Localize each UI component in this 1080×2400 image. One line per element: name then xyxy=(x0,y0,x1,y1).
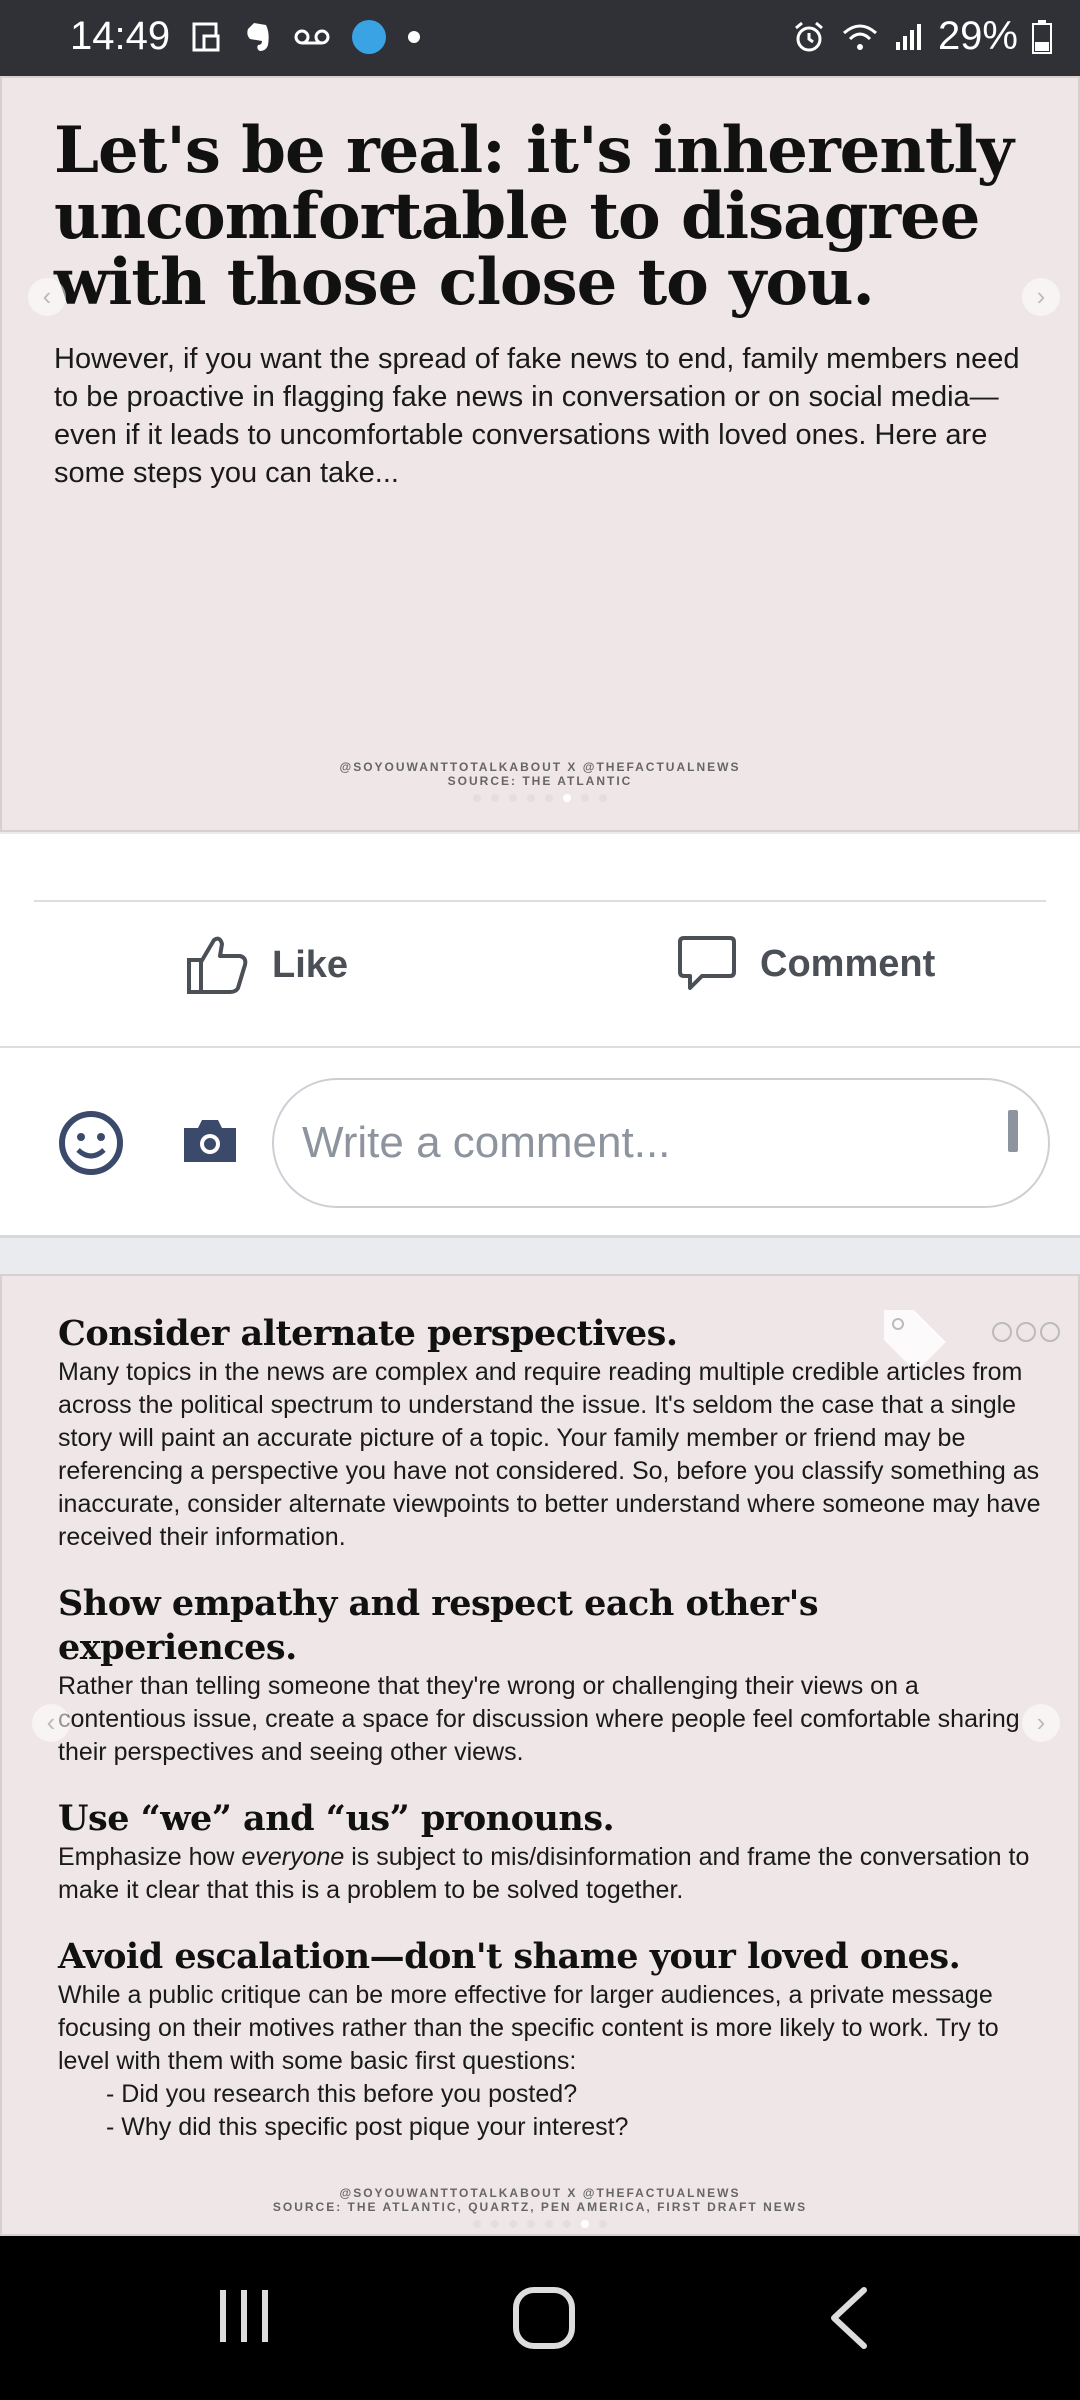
bullet-item: - Did you research this before you poste… xyxy=(106,2080,578,2108)
battery-icon xyxy=(1032,19,1052,54)
wifi-icon xyxy=(842,24,877,50)
comment-label: Comment xyxy=(760,942,936,985)
slide-headline: Let's be real: it's inherently uncomfort… xyxy=(54,113,1014,320)
slide-credit: @SOYOUWANTTOTALKABOUT X @THEFACTUALNEWS … xyxy=(2,760,1078,788)
section-title: Consider alternate perspectives. xyxy=(58,1313,678,1354)
slide-content: Consider alternate perspectives. Many to… xyxy=(58,1312,1048,2172)
post-image-slide-1[interactable]: Let's be real: it's inherently uncomfort… xyxy=(0,76,1080,832)
bullet-item: - Why did this specific post pique your … xyxy=(106,2113,629,2141)
carousel-dots xyxy=(2,794,1078,802)
voicemail-icon xyxy=(294,29,330,45)
signal-icon xyxy=(895,23,921,50)
location-icon xyxy=(352,20,386,54)
evernote-icon xyxy=(247,23,269,51)
notification-icons xyxy=(192,20,420,54)
slide-body: However, if you want the spread of fake … xyxy=(54,343,1020,489)
section-escalation: Avoid escalation—don't shame your loved … xyxy=(58,1935,1048,2144)
prev-arrow-icon[interactable]: ‹ xyxy=(32,1704,70,1742)
battery-percent: 29% xyxy=(937,14,1018,58)
section-body: While a public critique can be more effe… xyxy=(58,1981,999,2075)
section-body: Rather than telling someone that they're… xyxy=(58,1672,1020,1766)
comment-composer: Write a comment... xyxy=(0,1048,1080,1238)
back-icon[interactable] xyxy=(826,2286,870,2350)
divider xyxy=(34,900,1046,902)
next-arrow-icon[interactable]: › xyxy=(1022,1704,1060,1742)
prev-arrow-icon[interactable]: ‹ xyxy=(28,278,66,316)
home-icon[interactable] xyxy=(512,2286,576,2350)
section-perspectives: Consider alternate perspectives. Many to… xyxy=(58,1312,1048,1554)
screenshot-icon xyxy=(192,22,220,52)
comment-input[interactable]: Write a comment... xyxy=(272,1078,1050,1208)
slide-credit: @SOYOUWANTTOTALKABOUT X @THEFACTUALNEWS … xyxy=(2,2186,1078,2214)
post-image-slide-2[interactable]: Consider alternate perspectives. Many to… xyxy=(0,1274,1080,2236)
section-title: Avoid escalation—don't shame your loved … xyxy=(58,1936,961,1977)
navigation-bar xyxy=(0,2236,1080,2400)
credit-handles: @SOYOUWANTTOTALKABOUT X @THEFACTUALNEWS xyxy=(339,760,741,774)
camera-icon[interactable] xyxy=(180,1116,240,1166)
scroll-handle xyxy=(1008,1110,1018,1152)
recent-apps-icon[interactable] xyxy=(214,2286,274,2346)
comment-icon xyxy=(678,936,736,990)
like-label: Like xyxy=(272,943,349,986)
status-bar: 14:49 29% xyxy=(0,0,1080,76)
section-empathy: Show empathy and respect each other's ex… xyxy=(58,1582,1048,1769)
like-button[interactable]: Like xyxy=(186,934,348,996)
section-title: Use “we” and “us” pronouns. xyxy=(58,1798,615,1839)
section-body: Emphasize how everyone is subject to mis… xyxy=(58,1843,1030,1904)
alarm-icon xyxy=(794,21,823,51)
emoji-icon[interactable] xyxy=(58,1110,124,1176)
post-actions: Like Comment xyxy=(0,834,1080,1049)
dot-icon xyxy=(408,31,420,43)
comment-placeholder: Write a comment... xyxy=(302,1118,671,1167)
next-arrow-icon[interactable]: › xyxy=(1022,278,1060,316)
comment-button[interactable]: Comment xyxy=(676,934,935,994)
thumbs-up-icon xyxy=(187,936,248,994)
section-body: Many topics in the news are complex and … xyxy=(58,1358,1041,1551)
carousel-dots xyxy=(2,2220,1078,2228)
section-title: Show empathy and respect each other's ex… xyxy=(58,1583,819,1668)
credit-source: SOURCE: THE ATLANTIC xyxy=(447,774,633,788)
credit-source: SOURCE: THE ATLANTIC, QUARTZ, PEN AMERIC… xyxy=(272,2200,808,2214)
credit-handles: @SOYOUWANTTOTALKABOUT X @THEFACTUALNEWS xyxy=(339,2186,741,2200)
section-pronouns: Use “we” and “us” pronouns. Emphasize ho… xyxy=(58,1797,1048,1907)
status-time: 14:49 xyxy=(70,14,171,58)
